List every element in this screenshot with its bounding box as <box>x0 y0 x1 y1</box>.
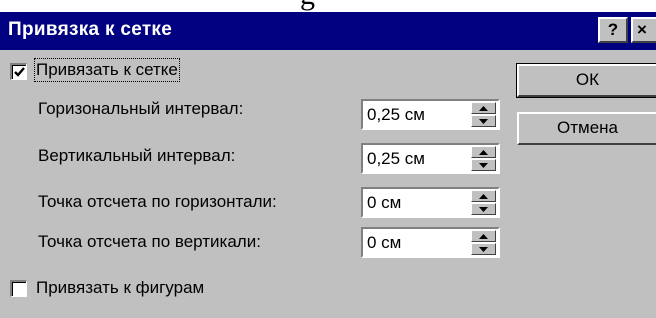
spin-down-button[interactable] <box>471 159 496 171</box>
ok-button[interactable]: ОК <box>517 64 656 97</box>
snap-to-shapes-label[interactable]: Привязать к фигурам <box>36 278 204 298</box>
dialog-title: Привязка к сетке <box>8 19 173 40</box>
arrow-down-icon <box>479 247 488 252</box>
vertical-origin-label: Точка отсчета по вертикали: <box>38 232 261 251</box>
horizontal-origin-value[interactable]: 0 см <box>367 193 401 213</box>
arrow-up-icon <box>479 150 488 155</box>
horizontal-interval-value[interactable]: 0,25 см <box>367 105 425 125</box>
background-letter: g <box>300 0 315 12</box>
horizontal-origin-label: Точка отсчета по горизонтали: <box>38 192 277 211</box>
close-button[interactable]: × <box>631 17 656 43</box>
vertical-interval-spinner[interactable]: 0,25 см <box>361 143 500 174</box>
arrow-down-icon <box>479 207 488 212</box>
arrow-down-icon <box>479 163 488 168</box>
spin-up-button[interactable] <box>471 102 496 114</box>
arrow-up-icon <box>479 106 488 111</box>
spin-up-button[interactable] <box>471 146 496 158</box>
arrow-up-icon <box>479 194 488 199</box>
vertical-origin-value[interactable]: 0 см <box>367 233 401 253</box>
spin-down-button[interactable] <box>471 115 496 127</box>
spin-up-button[interactable] <box>471 190 496 202</box>
spin-up-button[interactable] <box>471 230 496 242</box>
snap-to-shapes-checkbox[interactable] <box>10 280 27 297</box>
horizontal-origin-spinner[interactable]: 0 см <box>361 187 500 218</box>
horizontal-interval-label: Горизональный интервал: <box>38 99 244 118</box>
snap-to-grid-dialog: Привязка к сетке ? × Привязать к сетке Г… <box>0 12 656 318</box>
vertical-interval-value[interactable]: 0,25 см <box>367 149 425 169</box>
vertical-origin-spinner[interactable]: 0 см <box>361 227 500 258</box>
horizontal-interval-spinner[interactable]: 0,25 см <box>361 99 500 130</box>
title-bar: Привязка к сетке ? × <box>0 12 656 50</box>
arrow-down-icon <box>479 119 488 124</box>
background-text-fragment: g <box>0 0 656 12</box>
checkmark-icon <box>14 67 25 77</box>
snap-to-grid-checkbox[interactable] <box>10 63 27 80</box>
spin-down-button[interactable] <box>471 203 496 215</box>
arrow-up-icon <box>479 234 488 239</box>
spin-down-button[interactable] <box>471 243 496 255</box>
vertical-interval-label: Вертикальный интервал: <box>38 146 236 165</box>
snap-to-grid-label[interactable]: Привязать к сетке <box>34 58 180 82</box>
cancel-button[interactable]: Отмена <box>517 112 656 145</box>
help-button[interactable]: ? <box>598 17 628 43</box>
